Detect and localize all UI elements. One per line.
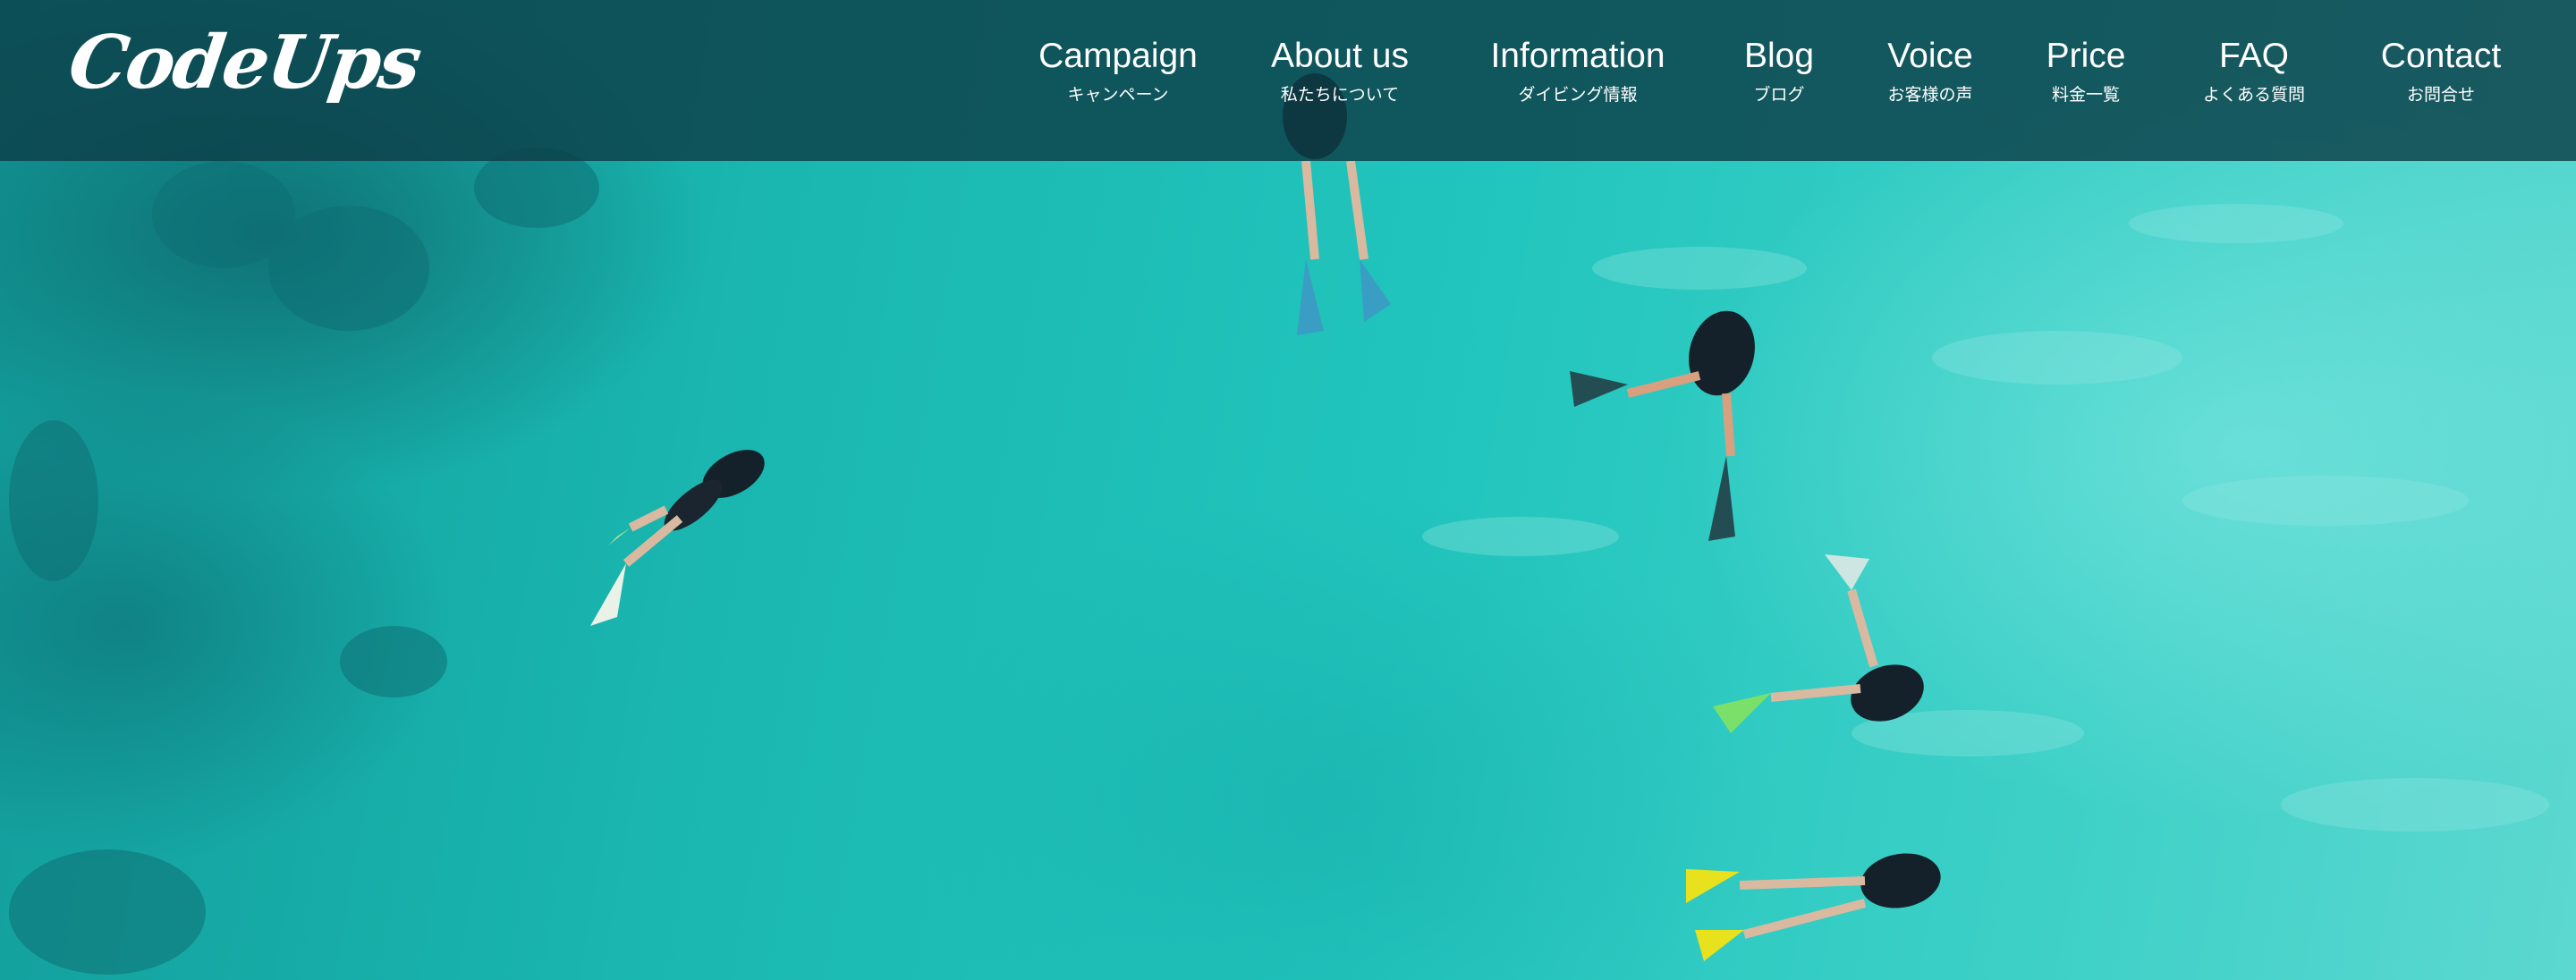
- nav-item-sublabel: お問合せ: [2406, 85, 2475, 105]
- nav-item-label: FAQ: [2218, 37, 2290, 75]
- diver: [590, 450, 765, 626]
- diver: [1570, 310, 1755, 541]
- nav-item-sublabel: キャンペーン: [1067, 85, 1169, 105]
- nav-item-sublabel: 料金一覧: [2051, 85, 2121, 105]
- nav-item-label: Blog: [1743, 37, 1815, 75]
- nav-item-label: Price: [2046, 37, 2126, 75]
- nav-item-sublabel: 私たちについて: [1280, 85, 1400, 105]
- diver: [1713, 554, 1924, 733]
- nav-item-sublabel: お客様の声: [1887, 85, 1973, 105]
- nav-item-information[interactable]: Information ダイビング情報: [1490, 36, 1665, 106]
- nav-item-sublabel: ブログ: [1753, 85, 1805, 105]
- main-nav: Campaign キャンペーン About us 私たちについて Informa…: [0, 0, 2576, 161]
- nav-item-label: About us: [1271, 37, 1409, 75]
- nav-item-label: Information: [1490, 37, 1665, 75]
- nav-item-sublabel: よくある質問: [2202, 85, 2306, 105]
- nav-item-campaign[interactable]: Campaign キャンペーン: [1038, 36, 1198, 106]
- diver: [1686, 853, 1941, 961]
- site-header: CodeUps Campaign キャンペーン About us 私たちについて…: [0, 0, 2576, 161]
- nav-item-price[interactable]: Price 料金一覧: [2046, 36, 2126, 106]
- nav-item-label: Campaign: [1038, 37, 1198, 75]
- nav-item-label: Contact: [2380, 37, 2502, 75]
- seabed-rocks: [9, 148, 599, 975]
- nav-item-contact[interactable]: Contact お問合せ: [2381, 36, 2501, 106]
- nav-item-sublabel: ダイビング情報: [1518, 85, 1638, 105]
- nav-item-faq[interactable]: FAQ よくある質問: [2203, 36, 2305, 106]
- nav-item-voice[interactable]: Voice お客様の声: [1887, 36, 1972, 106]
- water-ripples: [1422, 204, 2549, 832]
- nav-item-blog[interactable]: Blog ブログ: [1744, 36, 1814, 106]
- nav-item-about-us[interactable]: About us 私たちについて: [1271, 36, 1409, 106]
- nav-item-label: Voice: [1887, 37, 1973, 75]
